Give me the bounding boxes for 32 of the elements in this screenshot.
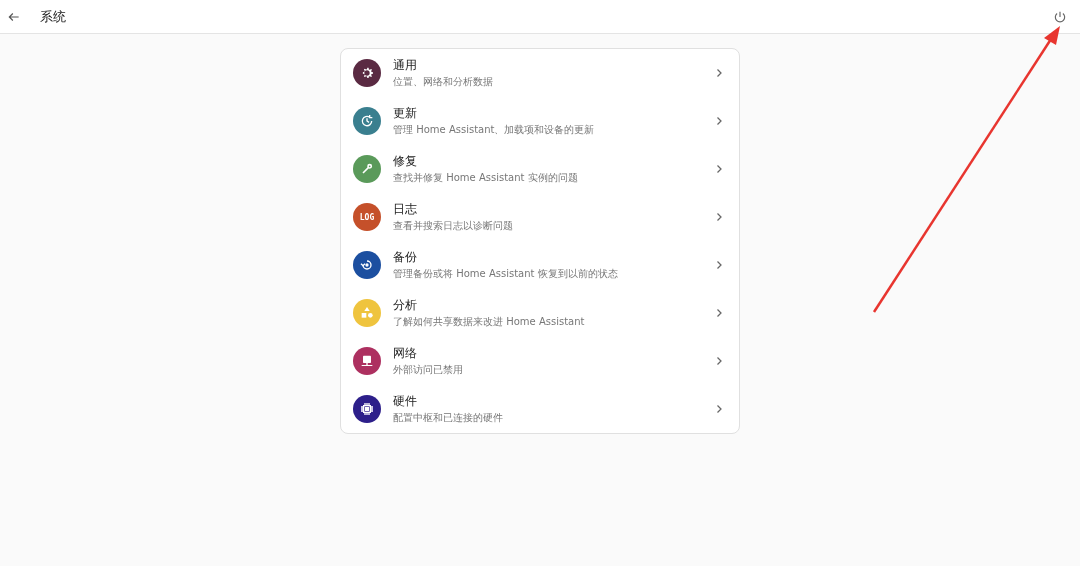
page-title: 系统 (40, 7, 67, 26)
item-description: 位置、网络和分析数据 (393, 75, 494, 89)
menu-item[interactable]: 更新 管理 Home Assistant、加载项和设备的更新 (341, 97, 739, 145)
item-title: 日志 (393, 201, 418, 218)
item-title: 修复 (393, 153, 418, 170)
menu-item[interactable]: 分析 了解如何共享数据来改进 Home Assistant (341, 289, 739, 337)
item-title: 备份 (393, 249, 418, 266)
menu-item[interactable]: LOG 日志 查看并搜索日志以诊断问题 (341, 193, 739, 241)
item-description: 管理 Home Assistant、加载项和设备的更新 (393, 123, 596, 137)
item-title: 硬件 (393, 393, 418, 410)
power-icon[interactable] (1053, 9, 1067, 24)
item-title: 更新 (393, 105, 418, 122)
menu-item[interactable]: 备份 管理备份或将 Home Assistant 恢复到以前的状态 (341, 241, 739, 289)
item-title: 网络 (393, 345, 418, 362)
menu-item[interactable]: 修复 查找并修复 Home Assistant 实例的问题 (341, 145, 739, 193)
item-description: 查看并搜索日志以诊断问题 (393, 219, 514, 233)
item-title: 分析 (393, 297, 418, 314)
item-title: 通用 (393, 57, 418, 74)
item-description: 了解如何共享数据来改进 Home Assistant (393, 315, 586, 329)
log-text: LOG (359, 212, 375, 222)
item-description: 查找并修复 Home Assistant 实例的问题 (393, 171, 579, 185)
item-description: 配置中枢和已连接的硬件 (393, 411, 504, 425)
chip-icon (359, 401, 375, 417)
shapes-icon (359, 305, 375, 321)
backup-restore-icon (359, 257, 375, 273)
menu-item[interactable]: 通用 位置、网络和分析数据 (341, 49, 739, 97)
menu-item[interactable]: 网络 外部访问已禁用 (341, 337, 739, 385)
menu-item[interactable]: 硬件 配置中枢和已连接的硬件 (341, 385, 739, 433)
monitor-network-icon (359, 353, 375, 369)
item-description: 外部访问已禁用 (393, 363, 464, 377)
clock-refresh-icon (359, 113, 375, 129)
item-description: 管理备份或将 Home Assistant 恢复到以前的状态 (393, 267, 619, 281)
